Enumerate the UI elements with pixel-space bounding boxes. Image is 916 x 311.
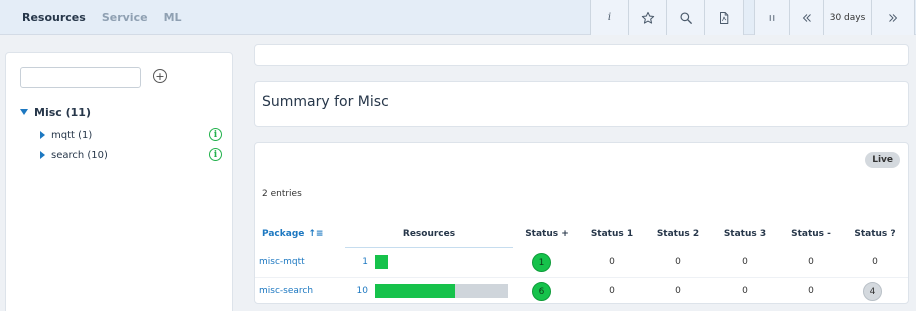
add-button[interactable]: + (153, 69, 167, 83)
search-icon (679, 11, 692, 24)
info-icon: i (607, 12, 612, 23)
resource-count: 10 (356, 286, 368, 296)
package-link[interactable]: misc-mqtt (259, 257, 305, 267)
column-header-package[interactable]: Package ↑≡ (262, 229, 323, 239)
main-tabs: Resources Service ML (22, 0, 182, 35)
favorite-button[interactable] (629, 0, 667, 35)
export-pdf-button[interactable] (705, 0, 743, 35)
pdf-icon (720, 11, 729, 24)
status-minus-value: 0 (808, 286, 814, 296)
column-header-status-3[interactable]: Status 3 (715, 229, 775, 239)
entries-count: 2 entries (262, 189, 302, 199)
column-header-status-minus[interactable]: Status - (781, 229, 841, 239)
status-2-value: 0 (675, 257, 681, 267)
table-row: misc-search 10 6 0 0 0 0 4 (255, 277, 908, 305)
caret-right-icon (40, 151, 45, 159)
status-3-value: 0 (742, 257, 748, 267)
tab-service[interactable]: Service (102, 11, 148, 24)
range-label: 30 days (829, 12, 866, 23)
time-controls: 30 days (754, 0, 915, 35)
range-select[interactable]: 30 days (824, 0, 872, 35)
resource-bar-ok-fill (375, 284, 455, 298)
star-icon (641, 11, 654, 24)
pause-icon (769, 14, 775, 21)
double-chevron-left-icon (802, 13, 811, 22)
tab-resources[interactable]: Resources (22, 11, 86, 24)
tree-node-label: Misc (11) (34, 105, 91, 119)
top-bar: Resources Service ML i 30 days (0, 0, 916, 35)
column-header-status-unknown[interactable]: Status ? (845, 229, 905, 239)
column-header-underline (345, 247, 513, 248)
status-unknown-value: 0 (872, 257, 878, 267)
status-1-value: 0 (609, 257, 615, 267)
caret-right-icon (40, 131, 45, 139)
sort-ascending-icon: ↑≡ (308, 229, 324, 239)
status-1-value: 0 (609, 286, 615, 296)
live-badge[interactable]: Live (865, 152, 900, 168)
summary-title: Summary for Misc (262, 94, 389, 110)
plus-icon: + (155, 69, 165, 83)
table-row: misc-mqtt 1 1 0 0 0 0 0 (255, 249, 908, 277)
column-header-status-2[interactable]: Status 2 (648, 229, 708, 239)
tab-ml[interactable]: ML (164, 11, 182, 24)
info-status-icon[interactable]: i (209, 128, 222, 141)
tree-node-mqtt[interactable]: mqtt (1) i (20, 125, 222, 145)
caret-down-icon (20, 109, 28, 115)
tree-node-misc[interactable]: Misc (11) (20, 105, 220, 119)
resource-count: 1 (362, 257, 368, 267)
action-toolbar: i (590, 0, 744, 35)
info-button[interactable]: i (591, 0, 629, 35)
pause-button[interactable] (755, 0, 790, 35)
search-button[interactable] (667, 0, 705, 35)
package-link[interactable]: misc-search (259, 286, 313, 296)
status-plus-badge[interactable]: 1 (532, 253, 551, 272)
resource-bar (375, 255, 388, 269)
column-header-status-plus[interactable]: Status + (517, 229, 577, 239)
status-3-value: 0 (742, 286, 748, 296)
resource-tree: Misc (11) mqtt (1) i search (10) i (20, 105, 222, 165)
sidebar-search-input[interactable] (20, 67, 141, 88)
column-header-status-1[interactable]: Status 1 (582, 229, 642, 239)
summary-panel: Summary for Misc (254, 81, 909, 127)
packages-table-panel: Live 2 entries Package ↑≡ Resources Stat… (254, 142, 909, 304)
column-header-label: Package (262, 229, 305, 239)
tree-node-label: mqtt (1) (51, 129, 93, 141)
status-plus-badge[interactable]: 6 (532, 282, 551, 301)
tree-node-label: search (10) (51, 149, 108, 161)
range-back-button[interactable] (790, 0, 824, 35)
status-unknown-badge[interactable]: 4 (863, 282, 882, 301)
info-status-icon[interactable]: i (209, 148, 222, 161)
column-header-resources[interactable]: Resources (373, 229, 485, 239)
status-2-value: 0 (675, 286, 681, 296)
resource-bar-ok-fill (375, 255, 388, 269)
sidebar: + Misc (11) mqtt (1) i search (10) i (5, 52, 233, 311)
resource-bar (375, 284, 508, 298)
range-forward-button[interactable] (872, 0, 914, 35)
tree-node-search[interactable]: search (10) i (20, 145, 222, 165)
top-panel (254, 44, 909, 66)
status-minus-value: 0 (808, 257, 814, 267)
double-chevron-right-icon (889, 13, 898, 22)
